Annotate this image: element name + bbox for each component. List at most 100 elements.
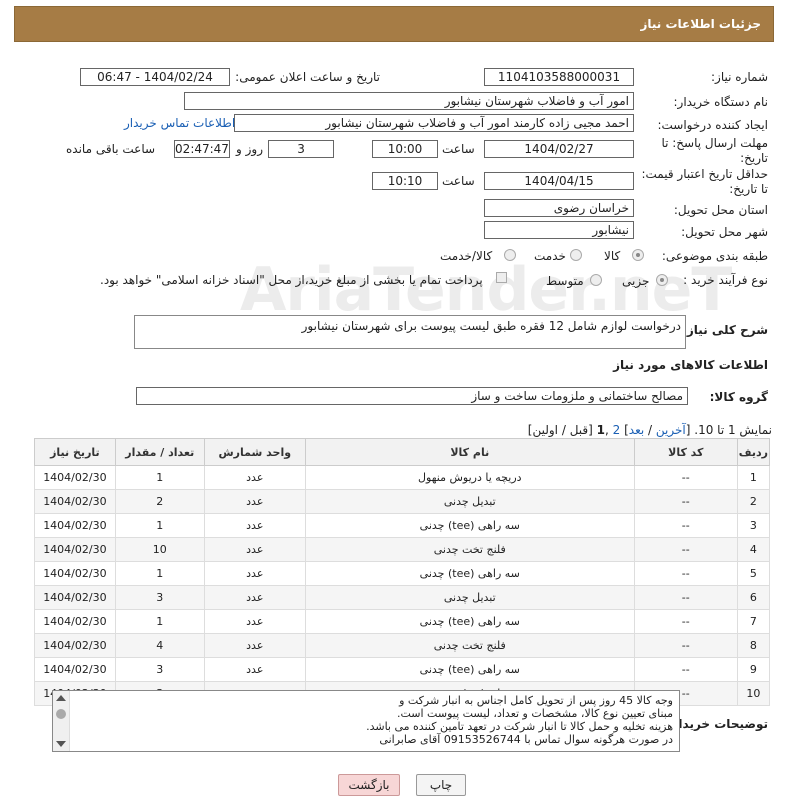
description-text: درخواست لوازم شامل 12 فقره طبق لیست پیوس… bbox=[301, 319, 681, 333]
cell-unit: عدد bbox=[203, 537, 306, 562]
cell-date: 1404/02/30 bbox=[34, 585, 116, 610]
table-header-row: ردیف کد کالا نام کالا واحد شمارش تعداد /… bbox=[34, 438, 771, 466]
scroll-thumb[interactable] bbox=[56, 709, 66, 719]
contact-info-link[interactable]: اطلاعات تماس خریدار bbox=[124, 116, 235, 130]
cell-code: -- bbox=[633, 513, 738, 538]
col-unit: واحد شمارش bbox=[203, 438, 306, 466]
notes-scrollbar[interactable] bbox=[53, 691, 70, 751]
cell-unit: عدد bbox=[203, 561, 306, 586]
cell-unit: عدد bbox=[203, 465, 306, 490]
page-title: جزئیات اطلاعات نیاز bbox=[640, 17, 761, 31]
buyer-label: نام دستگاه خریدار: bbox=[673, 95, 769, 109]
cell-date: 1404/02/30 bbox=[34, 513, 116, 538]
cell-date: 1404/02/30 bbox=[34, 657, 116, 682]
cell-qty: 3 bbox=[114, 585, 205, 610]
col-name: نام کالا bbox=[304, 438, 635, 466]
category-service-radio[interactable] bbox=[570, 249, 582, 261]
category-both-radio[interactable] bbox=[504, 249, 516, 261]
remaining-time-field: 02:47:47 bbox=[174, 140, 230, 158]
deadline-label: مهلت ارسال پاسخ: تا تاریخ: bbox=[661, 136, 768, 165]
cell-code: -- bbox=[633, 633, 738, 658]
creator-label: ایجاد کننده درخواست: bbox=[657, 118, 768, 132]
validity-time-field: 10:10 bbox=[372, 172, 438, 190]
cell-row: 10 bbox=[736, 681, 771, 706]
scroll-up-icon[interactable] bbox=[56, 695, 66, 701]
table-row: 6 -- تبدیل چدنی عدد 3 1404/02/30 bbox=[34, 585, 771, 610]
city-label: شهر محل تحویل: bbox=[681, 225, 768, 239]
pagination-comma: , bbox=[605, 423, 613, 437]
cell-unit: عدد bbox=[203, 513, 306, 538]
cell-qty: 4 bbox=[114, 633, 205, 658]
pagination-last-link[interactable]: آخرین bbox=[656, 423, 686, 437]
pagination-prev-first: [قبل / اولین] bbox=[527, 423, 597, 437]
cell-name: دریچه یا دریوش منهول bbox=[304, 465, 635, 490]
cell-date: 1404/02/30 bbox=[34, 633, 116, 658]
process-medium-label: متوسط bbox=[546, 274, 584, 288]
table-row: 3 -- سه راهی (tee) چدنی عدد 1 1404/02/30 bbox=[34, 513, 771, 538]
notes-line: وجه کالا 45 روز پس از تحویل کامل اجناس ب… bbox=[399, 694, 673, 707]
notes-label: توضیحات خریدار: bbox=[666, 717, 768, 731]
cell-unit: عدد bbox=[203, 633, 306, 658]
page-header: جزئیات اطلاعات نیاز bbox=[14, 6, 774, 42]
cell-date: 1404/02/30 bbox=[34, 537, 116, 562]
process-label: نوع فرآیند خرید : bbox=[683, 273, 768, 287]
city-field: نیشابور bbox=[484, 221, 634, 239]
pagination-separator: / bbox=[644, 423, 656, 437]
pagination-next-link[interactable]: بعد bbox=[629, 423, 644, 437]
cell-qty: 1 bbox=[114, 513, 205, 538]
goods-group-label: گروه کالا: bbox=[709, 390, 768, 404]
cell-qty: 10 bbox=[114, 537, 205, 562]
cell-unit: عدد bbox=[203, 609, 306, 634]
category-both-label: کالا/خدمت bbox=[440, 249, 493, 263]
cell-qty: 1 bbox=[114, 561, 205, 586]
process-medium-radio[interactable] bbox=[590, 274, 602, 286]
cell-row: 7 bbox=[736, 609, 771, 634]
cell-code: -- bbox=[633, 465, 738, 490]
cell-name: تبدیل چدنی bbox=[304, 585, 635, 610]
creator-field: احمد مجیی زاده کارمند امور آب و فاضلاب ش… bbox=[234, 114, 634, 132]
cell-qty: 2 bbox=[114, 489, 205, 514]
category-goods-radio[interactable] bbox=[632, 249, 644, 261]
cell-unit: عدد bbox=[203, 585, 306, 610]
col-qty: تعداد / مقدار bbox=[114, 438, 205, 466]
cell-code: -- bbox=[633, 537, 738, 562]
cell-date: 1404/02/30 bbox=[34, 561, 116, 586]
deadline-date-field: 1404/02/27 bbox=[484, 140, 634, 158]
scroll-down-icon[interactable] bbox=[56, 741, 66, 747]
process-minor-radio[interactable] bbox=[656, 274, 668, 286]
cell-name: فلنج تخت چدنی bbox=[304, 537, 635, 562]
goods-table: ردیف کد کالا نام کالا واحد شمارش تعداد /… bbox=[34, 438, 771, 706]
pagination-range: نمایش 1 تا 10. [ bbox=[685, 423, 772, 437]
notes-line: در صورت هرگونه سوال تماس با 09153526744 … bbox=[379, 733, 673, 746]
cell-name: تبدیل چدنی bbox=[304, 489, 635, 514]
buyer-notes[interactable]: وجه کالا 45 روز پس از تحویل کامل اجناس ب… bbox=[52, 690, 680, 752]
col-row: ردیف bbox=[736, 438, 771, 466]
cell-code: -- bbox=[633, 489, 738, 514]
table-row: 4 -- فلنج تخت چدنی عدد 10 1404/02/30 bbox=[34, 537, 771, 562]
print-button[interactable]: چاپ bbox=[416, 774, 466, 796]
col-date: تاریخ نیاز bbox=[34, 438, 116, 466]
deadline-time-label: ساعت bbox=[442, 142, 475, 156]
back-button[interactable]: بازگشت bbox=[338, 774, 400, 796]
notes-line: هزینه تخلیه و حمل کالا تا انبار شرکت در … bbox=[366, 720, 673, 733]
table-row: 1 -- دریچه یا دریوش منهول عدد 1 1404/02/30 bbox=[34, 465, 771, 490]
payment-note: پرداخت تمام یا بخشی از مبلغ خرید،از محل … bbox=[100, 273, 483, 287]
cell-row: 3 bbox=[736, 513, 771, 538]
cell-code: -- bbox=[633, 585, 738, 610]
cell-unit: عدد bbox=[203, 657, 306, 682]
cell-qty: 1 bbox=[114, 465, 205, 490]
col-code: کد کالا bbox=[633, 438, 738, 466]
treasury-payment-checkbox[interactable] bbox=[496, 272, 507, 283]
province-label: استان محل تحویل: bbox=[673, 203, 768, 217]
goods-group-field: مصالح ساختمانی و ملزومات ساخت و ساز bbox=[136, 387, 688, 405]
category-label: طبقه بندی موضوعی: bbox=[661, 249, 768, 263]
cell-row: 1 bbox=[736, 465, 771, 490]
cell-row: 4 bbox=[736, 537, 771, 562]
description-label: شرح کلی نیاز: bbox=[682, 323, 768, 337]
announce-label: تاریخ و ساعت اعلان عمومی: bbox=[235, 70, 380, 84]
description-field: درخواست لوازم شامل 12 فقره طبق لیست پیوس… bbox=[134, 315, 686, 349]
table-row: 9 -- سه راهی (tee) چدنی عدد 3 1404/02/30 bbox=[34, 657, 771, 682]
cell-name: فلنج تخت چدنی bbox=[304, 633, 635, 658]
goods-info-title: اطلاعات کالاهای مورد نیاز bbox=[613, 358, 768, 372]
table-row: 7 -- سه راهی (tee) چدنی عدد 1 1404/02/30 bbox=[34, 609, 771, 634]
